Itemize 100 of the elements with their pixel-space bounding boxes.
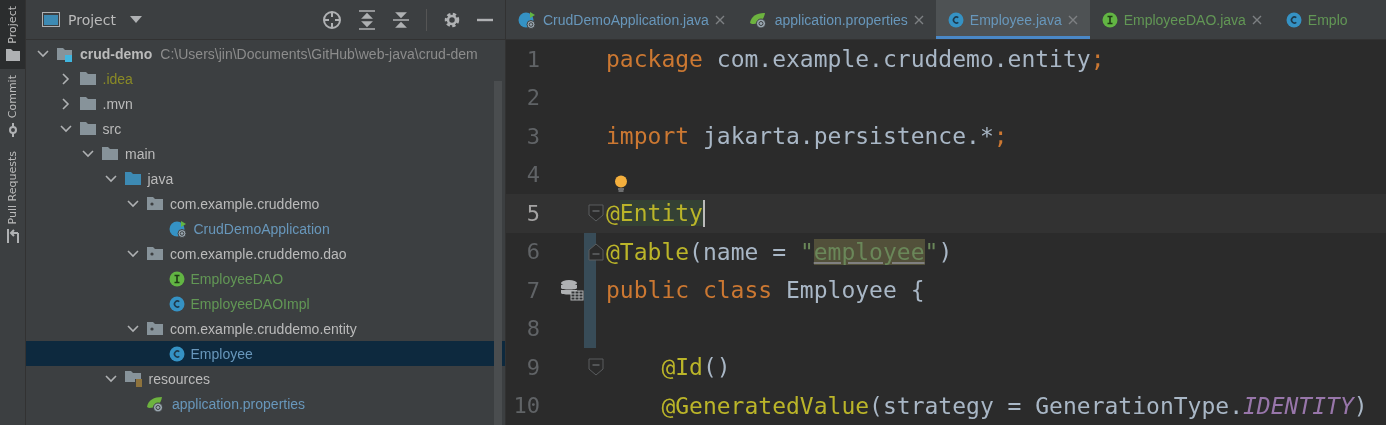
line-number: 6 — [525, 239, 540, 265]
code-token: (strategy = GenerationType. — [869, 392, 1243, 419]
code-token: ; — [993, 123, 1008, 150]
chevron-down-icon[interactable] — [104, 174, 117, 183]
text-cursor — [702, 199, 705, 227]
spring-class-icon — [518, 10, 537, 29]
tree-item[interactable]: CrudDemoApplication — [26, 216, 505, 241]
fold-marker-icon[interactable] — [588, 204, 604, 223]
line-number: 4 — [525, 162, 540, 188]
tool-window-tab[interactable]: Project — [0, 0, 25, 69]
tree-item[interactable]: com.example.cruddemo.entity — [26, 316, 505, 341]
code-token: jakarta.persistence.* — [702, 123, 994, 150]
chevron-down-icon[interactable] — [37, 49, 49, 58]
interface-icon — [168, 270, 185, 287]
tree-item[interactable]: EmployeeDAO — [26, 266, 505, 291]
class-icon — [947, 11, 964, 28]
interface-icon — [1101, 11, 1118, 28]
tree-item[interactable]: com.example.cruddemo.dao — [26, 241, 505, 266]
line-number: 8 — [525, 316, 540, 342]
package-folder-icon — [146, 196, 164, 211]
tree-item[interactable]: Employee — [26, 341, 505, 366]
spring-leaf-icon — [748, 10, 769, 29]
dropdown-caret-icon — [129, 16, 142, 23]
module-folder-icon — [56, 45, 74, 62]
editor-tab[interactable]: Emplo — [1273, 0, 1360, 39]
code-token: Employee { — [786, 277, 925, 304]
database-table-icon[interactable] — [560, 279, 584, 302]
code-token: (name = — [689, 238, 788, 265]
tree-item[interactable]: EmployeeDAOImpl — [26, 291, 505, 316]
chevron-down-icon[interactable] — [127, 324, 139, 333]
folder-icon — [78, 96, 97, 111]
code-token: @GeneratedValue — [660, 392, 870, 419]
chevron-down-icon[interactable] — [82, 149, 94, 158]
change-marker[interactable] — [584, 309, 596, 348]
code-token: IDENTITY — [1243, 392, 1354, 419]
code-token: " — [799, 238, 814, 265]
package-folder-icon — [146, 321, 164, 336]
chevron-down-icon[interactable] — [127, 249, 139, 258]
editor-tab[interactable]: CrudDemoApplication.java — [506, 0, 737, 39]
scrollbar[interactable] — [494, 81, 502, 425]
folder-icon — [78, 71, 97, 86]
line-number: 7 — [525, 277, 540, 303]
locate-target-icon[interactable] — [322, 9, 342, 30]
code-token: import — [606, 123, 691, 150]
tree-item[interactable]: application.properties — [26, 391, 505, 416]
code-token: com.example.cruddemo.entity — [716, 46, 1091, 73]
chevron-down-icon[interactable] — [104, 374, 117, 383]
folder-icon — [5, 48, 20, 61]
class-icon — [168, 345, 185, 362]
editor-tab[interactable]: EmployeeDAO.java — [1089, 0, 1274, 39]
tree-item[interactable]: java — [26, 166, 505, 191]
window-icon — [42, 12, 60, 27]
pull-request-icon — [5, 229, 20, 244]
tool-window-tab[interactable]: Pull Requests — [0, 144, 25, 252]
chevron-down-icon[interactable] — [59, 124, 72, 133]
expand-all-icon[interactable] — [358, 9, 376, 30]
folder-icon — [78, 121, 97, 136]
tree-item[interactable]: resources — [26, 366, 505, 391]
spring-leaf-icon — [146, 394, 166, 413]
code-token: public class — [606, 277, 774, 304]
project-view-selector[interactable]: Project — [42, 11, 142, 28]
package-folder-icon — [146, 246, 164, 261]
code-token: " — [924, 238, 939, 265]
line-number: 5 — [525, 200, 540, 226]
tree-item[interactable]: com.example.cruddemo — [26, 191, 505, 216]
code-token: () — [702, 354, 731, 381]
line-number: 10 — [512, 393, 540, 419]
line-number: 1 — [525, 46, 540, 72]
editor-tab[interactable]: application.properties — [736, 0, 936, 39]
class-icon — [168, 295, 185, 312]
code-token: ; — [1090, 46, 1105, 73]
tree-item[interactable]: src — [26, 116, 505, 141]
line-number: 3 — [525, 123, 540, 149]
spring-class-icon — [168, 219, 188, 238]
chevron-down-icon[interactable] — [127, 199, 139, 208]
line-number: 2 — [525, 85, 540, 111]
minimize-icon[interactable] — [477, 17, 493, 22]
tree-item[interactable]: main — [26, 141, 505, 166]
code-token: package — [606, 46, 704, 73]
collapse-all-icon[interactable] — [392, 10, 410, 29]
code-token: @ — [606, 200, 620, 227]
code-token: @Table — [606, 238, 690, 265]
close-icon[interactable] — [913, 14, 924, 25]
lightbulb-icon[interactable] — [614, 174, 628, 193]
chevron-right-icon[interactable] — [61, 97, 70, 110]
close-icon[interactable] — [714, 14, 725, 25]
chevron-right-icon[interactable] — [61, 72, 70, 85]
fold-marker-icon[interactable] — [588, 358, 604, 377]
code-token: Entity — [619, 200, 703, 227]
close-icon[interactable] — [1251, 14, 1262, 25]
tree-item[interactable]: .idea — [26, 66, 505, 91]
folder-icon — [123, 171, 142, 186]
tree-item[interactable]: .mvn — [26, 91, 505, 116]
folder-icon — [101, 146, 119, 161]
code-token: ) — [938, 238, 953, 265]
code-token: @Id — [660, 354, 703, 381]
line-number: 9 — [525, 354, 540, 380]
tree-item[interactable]: crud-demo C:\Users\jin\Documents\GitHub\web-java\crud-dem — [26, 41, 505, 66]
settings-icon[interactable] — [443, 10, 461, 29]
tool-window-tab[interactable]: Commit — [0, 68, 25, 145]
